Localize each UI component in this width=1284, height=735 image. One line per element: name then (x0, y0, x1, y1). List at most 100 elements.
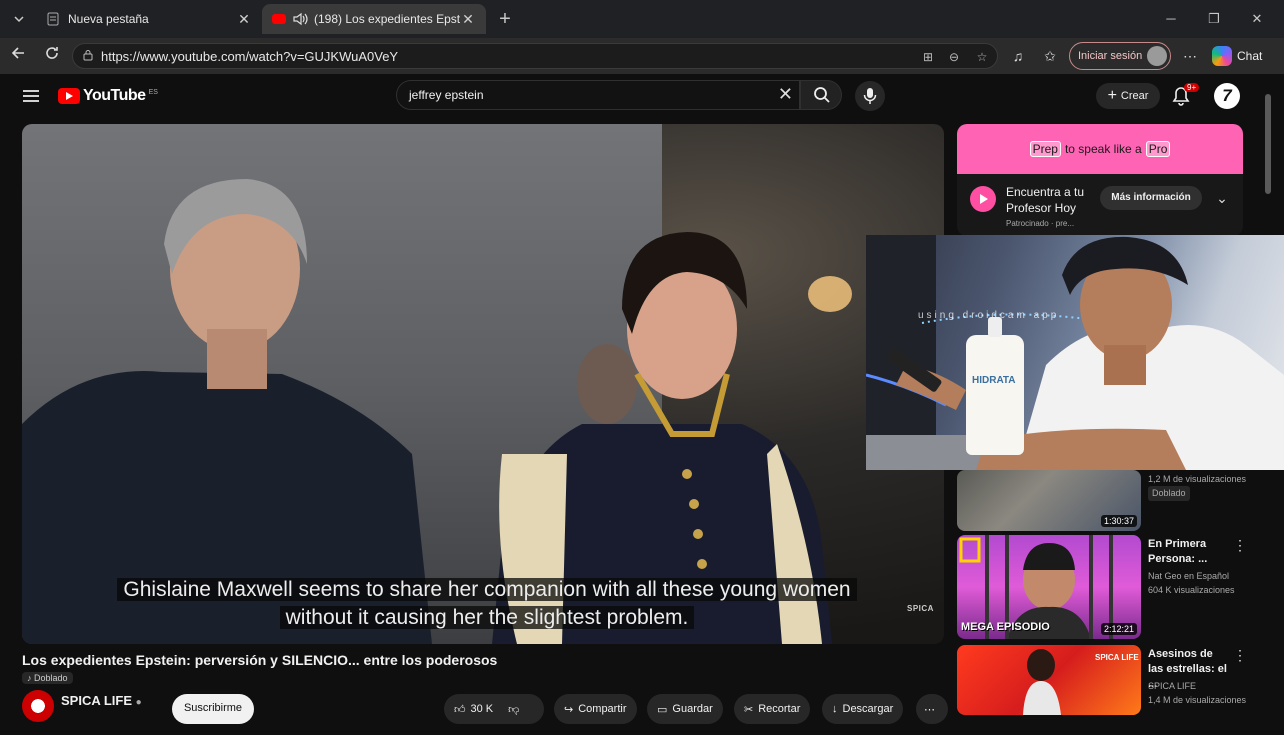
bookmark-icon: ▭ (657, 703, 668, 716)
close-window-button[interactable]: ✕ (1242, 8, 1272, 30)
search-value: jeffrey epstein (409, 88, 484, 102)
tab-new-tab[interactable]: Nueva pestaña ✕ (36, 4, 262, 34)
minimize-button[interactable]: ─ (1156, 8, 1186, 30)
chevron-down-icon (14, 16, 24, 23)
ad-title: Encuentra a tu Profesor Hoy (1006, 185, 1085, 215)
tab-list-button[interactable] (8, 8, 30, 30)
advertiser-logo[interactable] (970, 186, 996, 212)
scrollbar-thumb[interactable] (1265, 94, 1271, 194)
app-available-icon[interactable]: ⊞ (919, 48, 937, 66)
close-icon: ✕ (1251, 11, 1263, 26)
ad-more-info-button[interactable]: Más información (1100, 186, 1202, 210)
tab-title: Nueva pestaña (68, 12, 149, 26)
verified-check-icon: ● (135, 697, 142, 708)
browser-toolbar: https://www.youtube.com/watch?v=GUJKWuA0… (0, 38, 1284, 74)
audio-track-icon: ♪ (27, 673, 32, 683)
caption-line-2: without it causing her the slightest pro… (279, 606, 695, 629)
reload-button[interactable] (40, 45, 64, 67)
video-duration: 2:12:21 (1100, 623, 1137, 635)
tab-title: (198) Los expedientes Epstein (314, 12, 460, 26)
ad-banner[interactable]: Prep to speak like a Pro (957, 124, 1243, 174)
dubbed-badge: ♪ Doblado (22, 672, 73, 684)
dubbed-label: Doblado (34, 673, 68, 683)
dislike-button[interactable]: 👎︎ (508, 703, 519, 716)
youtube-masthead: YouTube ES jeffrey epstein ✕ + Crear 9+ … (0, 74, 1284, 120)
ad-expand-button[interactable]: ⌄ (1213, 186, 1231, 210)
browser-tab-strip: Nueva pestaña ✕ (198) Los expedientes Ep… (0, 0, 1284, 38)
restore-button[interactable]: ❐ (1199, 8, 1229, 30)
search-icon (814, 87, 830, 103)
scissors-icon: ✂ (744, 703, 754, 716)
minimize-icon: ─ (1166, 11, 1176, 26)
search-input[interactable]: jeffrey epstein ✕ (396, 80, 800, 110)
like-button[interactable]: 👍︎ 30 K (454, 703, 493, 716)
channel-name-text: SPICA LIFE (61, 693, 133, 708)
recommendation-thumbnail[interactable]: 1:30:37 (957, 470, 1141, 531)
like-count: 30 K (470, 703, 494, 715)
play-triangle-icon (980, 194, 988, 204)
plus-icon: + (1107, 87, 1117, 104)
zoom-icon[interactable]: ⊖ (945, 48, 963, 66)
download-label: Descargar (842, 703, 894, 715)
recommendation-thumbnail[interactable]: SPICA LIFE (957, 645, 1141, 715)
copilot-chat-button[interactable]: Chat (1212, 44, 1262, 68)
url-text: https://www.youtube.com/watch?v=GUJKWuA0… (101, 49, 399, 64)
search-button[interactable] (800, 80, 842, 110)
new-tab-button[interactable]: + (494, 8, 516, 30)
arrow-left-icon (11, 47, 24, 59)
signin-button[interactable]: Iniciar sesión (1069, 42, 1171, 70)
recommendation-menu-icon[interactable]: ⋮ (1233, 647, 1247, 664)
channel-avatar[interactable] (22, 690, 54, 722)
notifications-button[interactable]: 9+ (1172, 83, 1200, 108)
create-label: Crear (1120, 90, 1149, 102)
recommendation-item[interactable]: SPICA LIFE Asesinos de las estrellas: el… (957, 645, 1247, 735)
recommendation-thumbnail[interactable]: MEGA EPISODIO 2:12:21 (957, 535, 1141, 639)
chevron-down-icon: ⌄ (1216, 190, 1228, 206)
hamburger-menu-icon (23, 90, 39, 102)
plus-icon: + (499, 7, 511, 30)
thumbnail-overlay-text: MEGA EPISODIO (961, 621, 1050, 633)
favorites-icon[interactable]: ✩ (1038, 45, 1062, 67)
voice-search-button[interactable] (855, 81, 885, 111)
video-player[interactable]: Ghislaine Maxwell seems to share her com… (22, 124, 944, 644)
video-frame-figures (22, 179, 852, 644)
reload-icon (46, 47, 58, 59)
speaker-icon[interactable] (292, 12, 308, 26)
site-info-icon[interactable] (79, 48, 97, 66)
recommendation-item[interactable]: MEGA EPISODIO 2:12:21 En Primera Persona… (957, 535, 1247, 639)
ad-card[interactable]: Prep to speak like a Pro Encuentra a tu … (957, 124, 1243, 236)
notification-badge: 9+ (1184, 83, 1200, 92)
favorite-star-icon[interactable]: ☆ (973, 48, 991, 66)
share-label: Compartir (578, 703, 627, 715)
youtube-logo[interactable]: YouTube ES (58, 87, 158, 105)
caption-line-1: Ghislaine Maxwell seems to share her com… (117, 578, 857, 601)
page-icon (47, 12, 59, 26)
tab-youtube[interactable]: (198) Los expedientes Epstein ✕ (262, 4, 486, 34)
webcam-overlay: using droidcam app HIDRATA (866, 235, 1284, 470)
close-tab-icon[interactable]: ✕ (460, 11, 476, 28)
recommendation-views: 1,4 M de visualizaciones (1148, 695, 1247, 705)
ad-sponsored-label: Patrocinado · pre... (1006, 219, 1075, 228)
download-icon: ↓ (832, 703, 838, 715)
signin-label: Iniciar sesión (1078, 50, 1143, 62)
address-bar[interactable]: https://www.youtube.com/watch?v=GUJKWuA0… (72, 43, 998, 69)
more-horizontal-icon: ⋯ (924, 703, 935, 716)
clip-label: Recortar (758, 703, 801, 715)
country-code: ES (148, 88, 158, 96)
account-avatar[interactable]: 7 (1214, 83, 1240, 109)
recommendation-channel: Nat Geo en Español (1148, 571, 1230, 581)
more-options-icon[interactable]: ⋯ (1178, 45, 1202, 67)
clear-search-icon[interactable]: ✕ (778, 84, 793, 105)
create-button[interactable]: + Crear (1096, 83, 1160, 109)
bottle-pump (988, 317, 1002, 337)
recommendation-menu-icon[interactable]: ⋮ (1233, 537, 1247, 554)
recommendation-item[interactable]: 1:30:37 1,2 M de visualizaciones Doblado (957, 436, 1246, 531)
recommendation-views: 604 K visualizaciones (1148, 585, 1235, 595)
logo-text: YouTube (83, 87, 146, 104)
channel-name[interactable]: SPICA LIFE ● (61, 693, 142, 708)
menu-button[interactable] (22, 89, 40, 108)
back-button[interactable] (6, 45, 30, 67)
read-aloud-icon[interactable]: ♫ (1006, 45, 1030, 67)
close-tab-icon[interactable]: ✕ (236, 11, 252, 28)
ad-banner-word2: Pro (1145, 141, 1171, 157)
